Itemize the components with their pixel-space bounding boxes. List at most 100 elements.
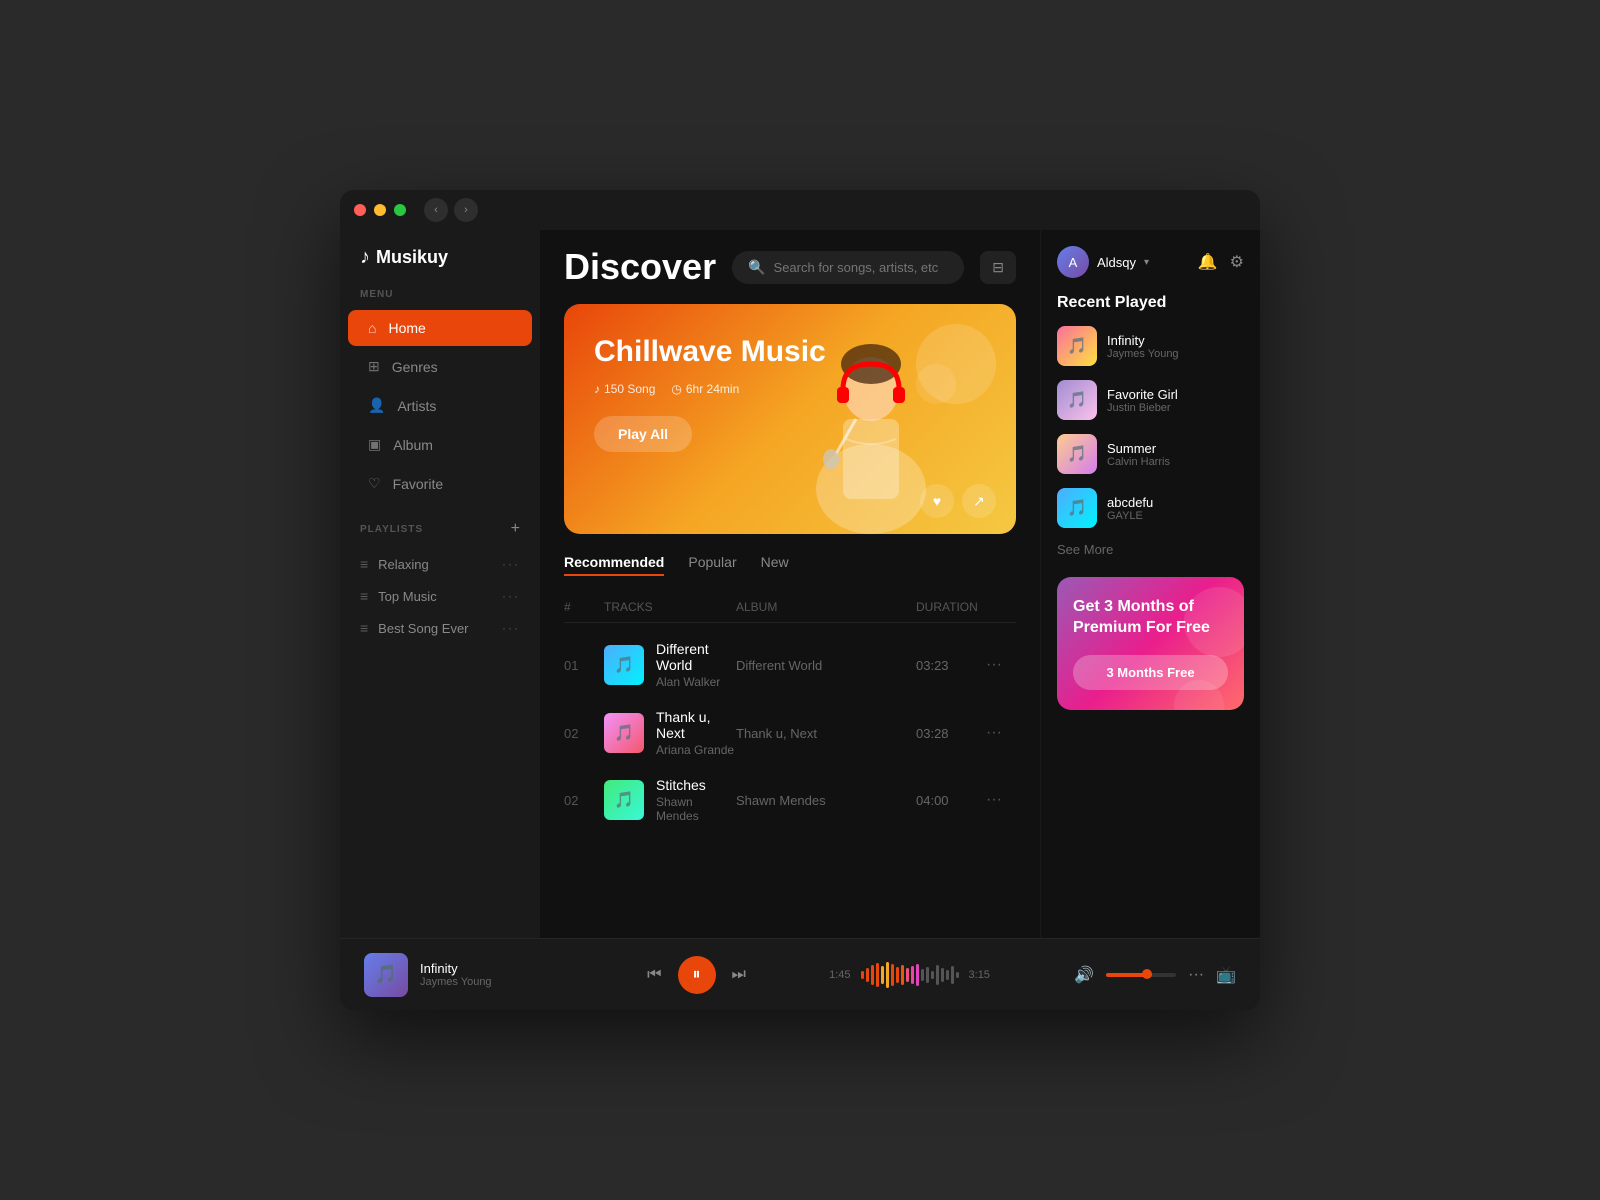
pause-button[interactable]: ⏸ — [678, 956, 716, 994]
nav-back-button[interactable]: ‹ — [424, 198, 448, 222]
artists-icon: 👤 — [368, 397, 385, 414]
playlist-item-top-music[interactable]: ≡ Top Music ··· — [340, 580, 540, 612]
recent-thumb-1: 🎵 — [1057, 326, 1097, 366]
more-options-button[interactable]: ··· — [1188, 966, 1204, 984]
search-bar[interactable]: 🔍 — [732, 251, 964, 284]
genres-icon: ⊞ — [368, 358, 380, 375]
tracks-header: # Tracks Album Duration — [564, 592, 1016, 623]
filter-button[interactable]: ⊟ — [980, 251, 1016, 284]
sidebar-item-home[interactable]: ⌂ Home — [348, 310, 532, 346]
list-item[interactable]: 🎵 Summer Calvin Harris — [1057, 434, 1244, 474]
close-button[interactable] — [354, 204, 366, 216]
logo-icon: ♪ — [360, 246, 370, 269]
table-row[interactable]: 02 🎵 Thank u, Next Ariana Grande Thank u… — [564, 699, 1016, 767]
recent-artist-1: Jaymes Young — [1107, 348, 1179, 360]
recent-artist-4: GAYLE — [1107, 510, 1153, 522]
volume-slider[interactable] — [1106, 973, 1176, 977]
user-info[interactable]: A Aldsqy ▾ — [1057, 246, 1149, 278]
minimize-button[interactable] — [374, 204, 386, 216]
hero-share-button[interactable]: ↗ — [962, 484, 996, 518]
recent-name-4: abcdefu — [1107, 495, 1153, 510]
sidebar-item-favorite[interactable]: ♡ Favorite — [348, 465, 532, 502]
clock-icon: ◷ — [671, 382, 681, 396]
player-progress: 1:45 — [829, 960, 1054, 990]
sidebar-item-label-artists: Artists — [397, 398, 436, 414]
search-input[interactable] — [774, 260, 949, 275]
app-body: ♪ Musikuy MENU ⌂ Home ⊞ Genres 👤 Artists… — [340, 230, 1260, 938]
sidebar-item-genres[interactable]: ⊞ Genres — [348, 348, 532, 385]
tracks-section: Recommended Popular New # Tracks Album D… — [540, 554, 1040, 938]
right-panel-header: A Aldsqy ▾ 🔔 ⚙ — [1057, 246, 1244, 278]
table-row[interactable]: 01 🎵 Different World Alan Walker Differe… — [564, 631, 1016, 699]
track-options-1[interactable]: ··· — [986, 656, 1016, 674]
avatar: A — [1057, 246, 1089, 278]
tab-recommended[interactable]: Recommended — [564, 554, 664, 576]
track-info-2: 🎵 Thank u, Next Ariana Grande — [604, 709, 736, 757]
tab-new[interactable]: New — [761, 554, 789, 576]
playlist-icon-top-music: ≡ — [360, 588, 368, 604]
premium-decoration1 — [1184, 587, 1244, 657]
total-time: 3:15 — [969, 969, 990, 981]
track-artist-3: Shawn Mendes — [656, 795, 736, 823]
player-song-name: Infinity — [420, 961, 492, 976]
hero-like-button[interactable]: ♥ — [920, 484, 954, 518]
recent-artist-3: Calvin Harris — [1107, 456, 1170, 468]
playlist-icon-best-song: ≡ — [360, 620, 368, 636]
volume-icon[interactable]: 🔊 — [1074, 965, 1094, 985]
sidebar-item-album[interactable]: ▣ Album — [348, 426, 532, 463]
playlist-options-best-song[interactable]: ··· — [502, 621, 520, 635]
playlist-item-best-song[interactable]: ≡ Best Song Ever ··· — [340, 612, 540, 644]
skip-forward-button[interactable]: ⏭ — [732, 966, 746, 984]
right-panel: A Aldsqy ▾ 🔔 ⚙ Recent Played 🎵 Infinity — [1040, 230, 1260, 938]
list-item[interactable]: 🎵 Infinity Jaymes Young — [1057, 326, 1244, 366]
see-more-link[interactable]: See More — [1057, 542, 1244, 557]
track-options-2[interactable]: ··· — [986, 724, 1016, 742]
nav-forward-button[interactable]: › — [454, 198, 478, 222]
player-right-controls: 🔊 ··· 📺 — [1074, 965, 1236, 985]
settings-button[interactable]: ⚙ — [1230, 252, 1244, 272]
cast-button[interactable]: 📺 — [1216, 965, 1236, 985]
list-item[interactable]: 🎵 Favorite Girl Justin Bieber — [1057, 380, 1244, 420]
player-song-artist: Jaymes Young — [420, 976, 492, 988]
track-number-2: 02 — [564, 726, 604, 741]
playlist-options-top-music[interactable]: ··· — [502, 589, 520, 603]
songs-icon: ♪ — [594, 382, 600, 396]
recent-artist-2: Justin Bieber — [1107, 402, 1178, 414]
hero-meta: ♪ 150 Song ◷ 6hr 24min — [594, 382, 826, 396]
add-playlist-button[interactable]: + — [511, 520, 520, 538]
track-album-3: Shawn Mendes — [736, 793, 916, 808]
maximize-button[interactable] — [394, 204, 406, 216]
hero-duration: ◷ 6hr 24min — [671, 382, 739, 396]
track-options-3[interactable]: ··· — [986, 791, 1016, 809]
track-album-1: Different World — [736, 658, 916, 673]
table-row[interactable]: 02 🎵 Stitches Shawn Mendes Shawn Mendes … — [564, 767, 1016, 833]
tab-popular[interactable]: Popular — [688, 554, 736, 576]
right-icons: 🔔 ⚙ — [1198, 252, 1244, 272]
list-item[interactable]: 🎵 abcdefu GAYLE — [1057, 488, 1244, 528]
col-num-header: # — [564, 600, 604, 614]
sidebar: ♪ Musikuy MENU ⌂ Home ⊞ Genres 👤 Artists… — [340, 230, 540, 938]
player-bar: 🎵 Infinity Jaymes Young ⏮ ⏸ ⏭ 1:45 — [340, 938, 1260, 1010]
notifications-button[interactable]: 🔔 — [1198, 252, 1218, 272]
album-icon: ▣ — [368, 436, 381, 453]
playlist-label-best-song: Best Song Ever — [378, 621, 468, 636]
waveform — [861, 960, 959, 990]
track-number-3: 02 — [564, 793, 604, 808]
playlists-header: PLAYLISTS + — [340, 504, 540, 548]
main-header: Discover 🔍 ⊟ — [540, 230, 1040, 304]
play-all-button[interactable]: Play All — [594, 416, 692, 452]
app-window: ‹ › ♪ Musikuy MENU ⌂ Home ⊞ Genres 👤 Art… — [340, 190, 1260, 1010]
app-name: Musikuy — [376, 247, 448, 268]
track-number-1: 01 — [564, 658, 604, 673]
recent-name-2: Favorite Girl — [1107, 387, 1178, 402]
track-duration-3: 04:00 — [916, 793, 986, 808]
skip-back-button[interactable]: ⏮ — [647, 966, 661, 984]
title-bar: ‹ › — [340, 190, 1260, 230]
playlist-options-relaxing[interactable]: ··· — [502, 557, 520, 571]
playlist-item-relaxing[interactable]: ≡ Relaxing ··· — [340, 548, 540, 580]
playlist-label-top-music: Top Music — [378, 589, 437, 604]
menu-label: MENU — [340, 289, 540, 310]
sidebar-item-artists[interactable]: 👤 Artists — [348, 387, 532, 424]
track-info-3: 🎵 Stitches Shawn Mendes — [604, 777, 736, 823]
hero-songs-count: ♪ 150 Song — [594, 382, 655, 396]
